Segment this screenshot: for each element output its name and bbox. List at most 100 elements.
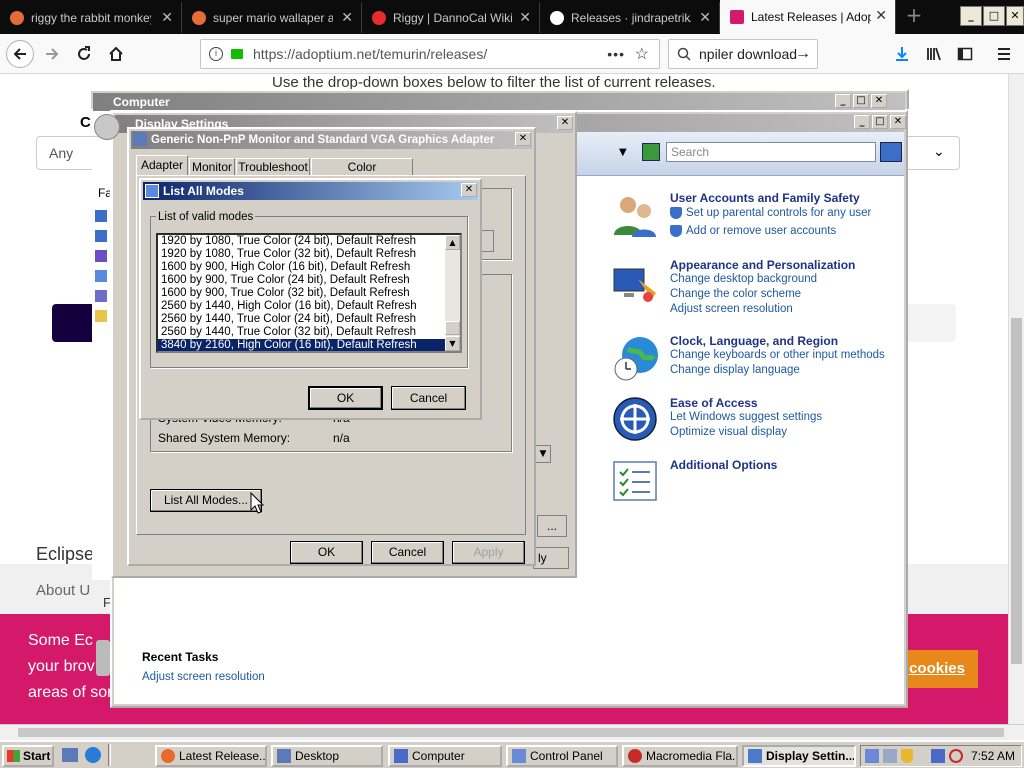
close-button[interactable]: ✕ — [871, 94, 887, 108]
window-maximize-button[interactable]: □ — [983, 6, 1005, 26]
url-text[interactable]: https://adoptium.net/temurin/releases/ — [253, 46, 487, 62]
clock-language-icon[interactable] — [612, 333, 660, 381]
dropdown-arrow-icon[interactable]: ▼ — [535, 445, 551, 463]
appearance-icon[interactable] — [612, 265, 658, 305]
sidebar-toggle-icon[interactable] — [951, 40, 979, 68]
scrollbar-thumb[interactable] — [445, 321, 460, 335]
download-button-light[interactable] — [900, 304, 956, 342]
browser-tab[interactable]: riggy the rabbit monkey ✕ — [0, 2, 182, 33]
window-minimize-button[interactable]: _ — [960, 6, 982, 26]
accept-cookies-button[interactable]: cookies — [896, 650, 978, 688]
mode-list-item[interactable]: 3840 by 2160, High Color (16 bit), Defau… — [158, 339, 446, 351]
back-arrow-icon[interactable] — [6, 40, 34, 68]
mode-list-item[interactable]: 1600 by 900, True Color (24 bit), Defaul… — [158, 274, 446, 287]
category-user-accounts[interactable]: User Accounts and Family Safety — [670, 191, 860, 205]
category-appearance[interactable]: Appearance and Personalization — [670, 258, 855, 272]
minimize-button[interactable]: _ — [835, 94, 851, 108]
folder-icon[interactable] — [95, 270, 107, 282]
modes-cancel-button[interactable]: Cancel — [391, 386, 466, 410]
tray-icon[interactable] — [865, 749, 879, 763]
recent-task-link[interactable]: Adjust screen resolution — [142, 671, 265, 683]
category-ease-of-access[interactable]: Ease of Access — [670, 396, 758, 410]
task-macromedia-flash[interactable]: Macromedia Fla... — [622, 745, 738, 767]
info-icon[interactable]: i — [209, 47, 223, 61]
mode-list-item[interactable]: 1600 by 900, High Color (16 bit), Defaul… — [158, 261, 446, 274]
link-screen-resolution[interactable]: Adjust screen resolution — [670, 303, 793, 315]
close-button[interactable]: ✕ — [515, 132, 531, 146]
tab-monitor[interactable]: Monitor — [189, 158, 235, 176]
link-color-scheme[interactable]: Change the color scheme — [670, 288, 801, 300]
footer-about-link[interactable]: About U — [36, 582, 90, 599]
task-display-settings[interactable]: Display Settin... — [742, 745, 856, 767]
link-optimize-display[interactable]: Optimize visual display — [670, 426, 787, 438]
browser-tab[interactable]: super mario wallaper at ✕ — [182, 2, 362, 33]
scroll-up-arrow-icon[interactable]: ▲ — [445, 235, 460, 250]
scrollbar-thumb[interactable] — [1011, 318, 1022, 664]
task-control-panel[interactable]: Control Panel — [506, 745, 618, 767]
bookmark-star-icon[interactable]: ☆ — [635, 44, 649, 64]
browser-tab[interactable]: Releases · jindrapetrik/ ✕ — [540, 2, 720, 33]
page-vertical-scrollbar[interactable] — [1008, 74, 1024, 724]
category-clock-language[interactable]: Clock, Language, and Region — [670, 334, 838, 348]
home-icon[interactable] — [102, 40, 130, 68]
close-button[interactable]: ✕ — [557, 116, 573, 130]
scrollbar-thumb[interactable] — [18, 728, 1004, 737]
scroll-down-arrow-icon[interactable]: ▼ — [445, 336, 460, 351]
ease-of-access-icon[interactable] — [612, 396, 658, 442]
address-dropdown-arrow-icon[interactable]: ▼ — [619, 147, 627, 158]
category-additional-options[interactable]: Additional Options — [670, 458, 777, 472]
link-desktop-background[interactable]: Change desktop background — [670, 273, 817, 285]
list-all-modes-button[interactable]: List All Modes... — [150, 489, 262, 512]
search-icon[interactable] — [880, 142, 902, 162]
folder-icon[interactable] — [95, 310, 107, 322]
browser-tab[interactable]: Riggy | DannoCal Wiki | ✕ — [362, 2, 540, 33]
adapter-cancel-button[interactable]: Cancel — [371, 541, 444, 564]
internet-explorer-icon[interactable] — [85, 747, 101, 763]
maximize-button[interactable]: □ — [853, 94, 869, 108]
tab-adapter[interactable]: Adapter — [136, 155, 188, 176]
task-desktop[interactable]: Desktop — [271, 745, 383, 767]
task-firefox[interactable]: Latest Release... — [155, 745, 267, 767]
folder-icon[interactable] — [95, 230, 107, 242]
tab-troubleshoot[interactable]: Troubleshoot — [236, 158, 310, 176]
link-display-language[interactable]: Change display language — [670, 364, 800, 376]
refresh-icon[interactable] — [642, 143, 660, 161]
tab-color-management[interactable]: Color Management — [311, 158, 413, 190]
url-bar[interactable]: i https://adoptium.net/temurin/releases/… — [200, 39, 660, 69]
close-button[interactable]: ✕ — [890, 115, 906, 129]
modes-listbox[interactable]: 1920 by 1080, True Color (24 bit), Defau… — [156, 233, 462, 353]
minimize-button[interactable]: _ — [854, 115, 870, 129]
volume-muted-icon[interactable] — [949, 749, 963, 763]
tray-icon[interactable] — [883, 749, 897, 763]
forward-arrow-icon[interactable] — [38, 40, 66, 68]
maximize-button[interactable]: □ — [872, 115, 888, 129]
control-panel-search-input[interactable]: Search — [666, 142, 876, 162]
user-accounts-icon[interactable] — [612, 193, 658, 237]
link-add-remove-accounts[interactable]: Add or remove user accounts — [686, 225, 836, 237]
folder-icon[interactable] — [95, 250, 107, 262]
menu-hamburger-icon[interactable] — [990, 40, 1018, 68]
task-computer[interactable]: Computer — [388, 745, 502, 767]
mode-list-item[interactable]: 2560 by 1440, True Color (24 bit), Defau… — [158, 313, 446, 326]
display-apply-button[interactable]: ly — [533, 547, 569, 569]
downloads-icon[interactable] — [888, 40, 916, 68]
close-tab-icon[interactable]: ✕ — [341, 9, 353, 26]
start-button[interactable]: Start — [2, 745, 54, 767]
page-horizontal-scrollbar[interactable] — [0, 724, 1024, 740]
close-tab-icon[interactable]: ✕ — [875, 7, 887, 24]
page-actions-icon[interactable]: ••• — [607, 46, 625, 62]
search-go-arrow-icon[interactable]: → — [795, 45, 811, 63]
link-change-keyboards[interactable]: Change keyboards or other input methods — [670, 349, 885, 361]
listbox-scrollbar[interactable]: ▲ ▼ — [445, 235, 460, 351]
close-tab-icon[interactable]: ✕ — [161, 9, 173, 26]
mode-list-item[interactable]: 1920 by 1080, True Color (32 bit), Defau… — [158, 248, 446, 261]
adapter-ok-button[interactable]: OK — [290, 541, 363, 564]
shield-icon[interactable] — [901, 749, 913, 763]
close-tab-icon[interactable]: ✕ — [519, 9, 531, 26]
reload-icon[interactable] — [70, 40, 98, 68]
browser-tab-active[interactable]: Latest Releases | Adoptium ✕ — [720, 0, 896, 34]
search-bar[interactable]: npiler download → — [668, 39, 818, 69]
filter-dropdown-right[interactable]: ⌄ — [900, 136, 960, 170]
network-icon[interactable] — [931, 749, 945, 763]
window-close-button[interactable]: ✕ — [1006, 6, 1024, 26]
